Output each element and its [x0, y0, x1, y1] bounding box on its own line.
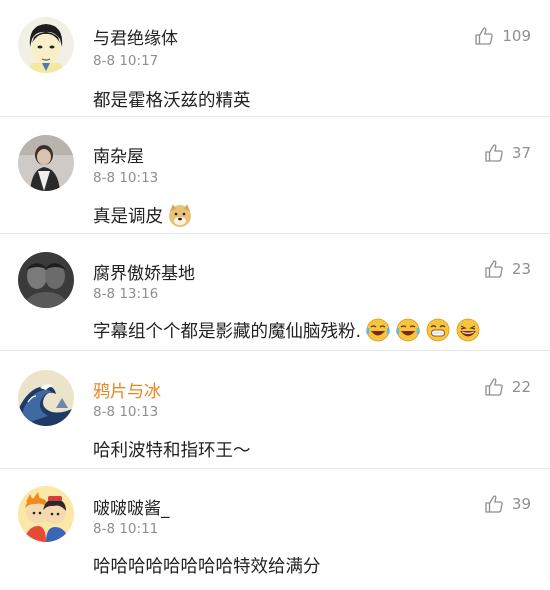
avatar-great-wave-icon[interactable]: [18, 370, 74, 426]
comment-author-name[interactable]: 与君绝缘体: [93, 24, 178, 49]
comment-item: 腐界傲娇基地 8-8 13:16 字幕组个个都是影藏的魔仙脑残粉. 23: [0, 234, 550, 351]
laugh-emoji: [456, 318, 480, 342]
like-button[interactable]: 23: [484, 259, 531, 279]
thumbs-up-icon: [485, 144, 503, 162]
comment-text: 真是调皮: [93, 202, 193, 228]
comment-author-name[interactable]: 啵啵啵酱_: [93, 494, 170, 519]
like-button[interactable]: 109: [474, 26, 531, 46]
comment-text-content: 哈利波特和指环王～: [93, 441, 251, 461]
comment-item: 与君绝缘体 8-8 10:17 都是霍格沃兹的精英 109: [0, 0, 550, 117]
like-button[interactable]: 39: [484, 494, 531, 514]
avatar-photo-person-icon[interactable]: [18, 135, 74, 191]
comment-item: 啵啵啵酱_ 8-8 10:11 哈哈哈哈哈哈哈哈特效给满分 39: [0, 470, 550, 590]
like-button[interactable]: 22: [484, 377, 531, 397]
comment-item: 南杂屋 8-8 10:13 真是调皮 37: [0, 117, 550, 234]
comment-author-name[interactable]: 南杂屋: [93, 142, 144, 167]
like-button[interactable]: 37: [484, 143, 531, 163]
like-count: 39: [511, 495, 531, 513]
comment-item: 鸦片与冰 8-8 10:13 哈利波特和指环王～ 22: [0, 352, 550, 469]
thumbs-up-icon: [485, 260, 503, 278]
like-count: 37: [511, 144, 531, 162]
comment-text-content: 真是调皮: [93, 206, 163, 227]
comment-timestamp: 8-8 10:17: [93, 53, 159, 69]
comment-timestamp: 8-8 10:11: [93, 521, 159, 537]
comment-timestamp: 8-8 10:13: [93, 170, 159, 186]
comment-author-name[interactable]: 鸦片与冰: [93, 377, 161, 402]
avatar-cartoon-couple-icon[interactable]: [18, 486, 74, 542]
like-count: 22: [511, 378, 531, 396]
comment-text: 字幕组个个都是影藏的魔仙脑残粉.: [93, 317, 481, 343]
comment-list: 与君绝缘体 8-8 10:17 都是霍格沃兹的精英 109 南杂屋 8-8 10…: [0, 0, 550, 590]
like-count: 23: [511, 260, 531, 278]
comment-text-content: 都是霍格沃兹的精英: [93, 91, 251, 111]
comment-timestamp: 8-8 13:16: [93, 286, 159, 302]
thumbs-up-icon: [475, 27, 494, 45]
thumbs-up-icon: [485, 378, 503, 396]
comment-text: 哈利波特和指环王～: [93, 437, 251, 462]
like-count: 109: [502, 27, 531, 45]
thumbs-up-icon: [485, 495, 503, 513]
comment-text: 哈哈哈哈哈哈哈哈特效给满分: [93, 553, 321, 578]
laugh-cry-emoji: [396, 318, 420, 342]
laugh-cry-emoji: [366, 318, 390, 342]
comment-author-name[interactable]: 腐界傲娇基地: [93, 259, 195, 284]
doge-emoji: [169, 204, 191, 227]
avatar-cartoon-man-icon[interactable]: [18, 17, 74, 73]
grin-emoji: [426, 318, 450, 342]
comment-text-content: 字幕组个个都是影藏的魔仙脑残粉.: [93, 321, 362, 342]
comment-timestamp: 8-8 10:13: [93, 404, 159, 420]
comment-text-content: 哈哈哈哈哈哈哈哈特效给满分: [93, 557, 321, 577]
avatar-photo-two-people-icon[interactable]: [18, 252, 74, 308]
comment-text: 都是霍格沃兹的精英: [93, 87, 251, 112]
